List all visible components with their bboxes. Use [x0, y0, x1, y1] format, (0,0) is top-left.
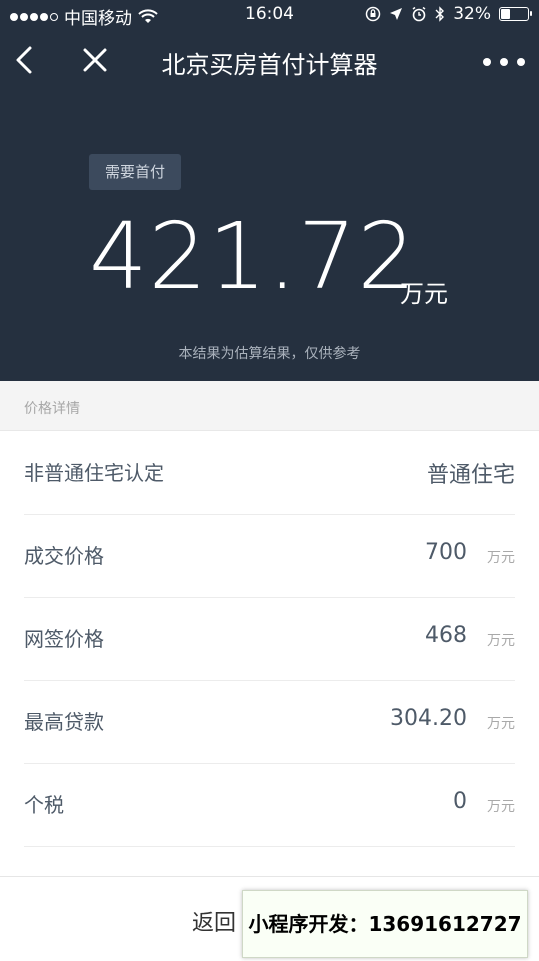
battery-percent: 32%: [453, 4, 491, 24]
location-icon: [390, 8, 403, 20]
detail-unit: 万元: [487, 633, 515, 649]
more-dot: [500, 58, 508, 66]
battery-icon: [499, 7, 532, 21]
detail-row: 成交价格 700 万元: [24, 514, 515, 598]
detail-unit: 万元: [487, 716, 515, 732]
detail-row: 非普通住宅认定 普通住宅: [24, 431, 515, 515]
detail-value: 普通住宅: [426, 463, 515, 488]
detail-value: 304.20: [390, 706, 467, 731]
detail-label: 网签价格: [24, 627, 104, 651]
nav-bar: 北京买房首付计算器: [0, 30, 539, 94]
detail-unit: 万元: [487, 550, 515, 566]
detail-row: 个税 0 万元: [24, 763, 515, 847]
section-label: 价格详情: [24, 401, 80, 417]
detail-label: 非普通住宅认定: [24, 461, 164, 485]
detail-value: 700: [425, 540, 467, 565]
detail-row: 网签价格 468 万元: [24, 597, 515, 681]
amount-unit: 万元: [400, 280, 448, 308]
down-payment-amount: 421.72: [89, 203, 417, 310]
page-title: 北京买房首付计算器: [161, 51, 378, 79]
detail-label: 最高贷款: [24, 710, 104, 734]
estimate-note: 本结果为估算结果，仅供参考: [178, 346, 361, 362]
status-right: 32%: [365, 4, 532, 24]
detail-value: 468: [425, 623, 467, 648]
detail-unit: 万元: [487, 799, 515, 815]
detail-label: 成交价格: [24, 544, 104, 568]
bluetooth-icon: [435, 6, 445, 22]
more-button[interactable]: [483, 44, 525, 80]
status-bar: 中国移动 16:04 32%: [0, 0, 539, 30]
alarm-icon: [412, 6, 426, 22]
detail-value: 0: [453, 789, 467, 814]
watermark-overlay: 小程序开发：13691612727: [242, 890, 528, 958]
details-card: 非普通住宅认定 普通住宅 成交价格 700 万元 网签价格 468 万元 最高贷…: [0, 430, 539, 891]
detail-row: 最高贷款 304.20 万元: [24, 680, 515, 764]
rotation-lock-icon: [365, 6, 381, 22]
more-dot: [517, 58, 525, 66]
result-badge: 需要首付: [89, 154, 181, 190]
more-dot: [483, 58, 491, 66]
detail-label: 个税: [24, 793, 64, 817]
return-button[interactable]: 返回: [192, 905, 236, 937]
result-panel: 需要首付 421.72 万元 本结果为估算结果，仅供参考: [0, 94, 539, 381]
